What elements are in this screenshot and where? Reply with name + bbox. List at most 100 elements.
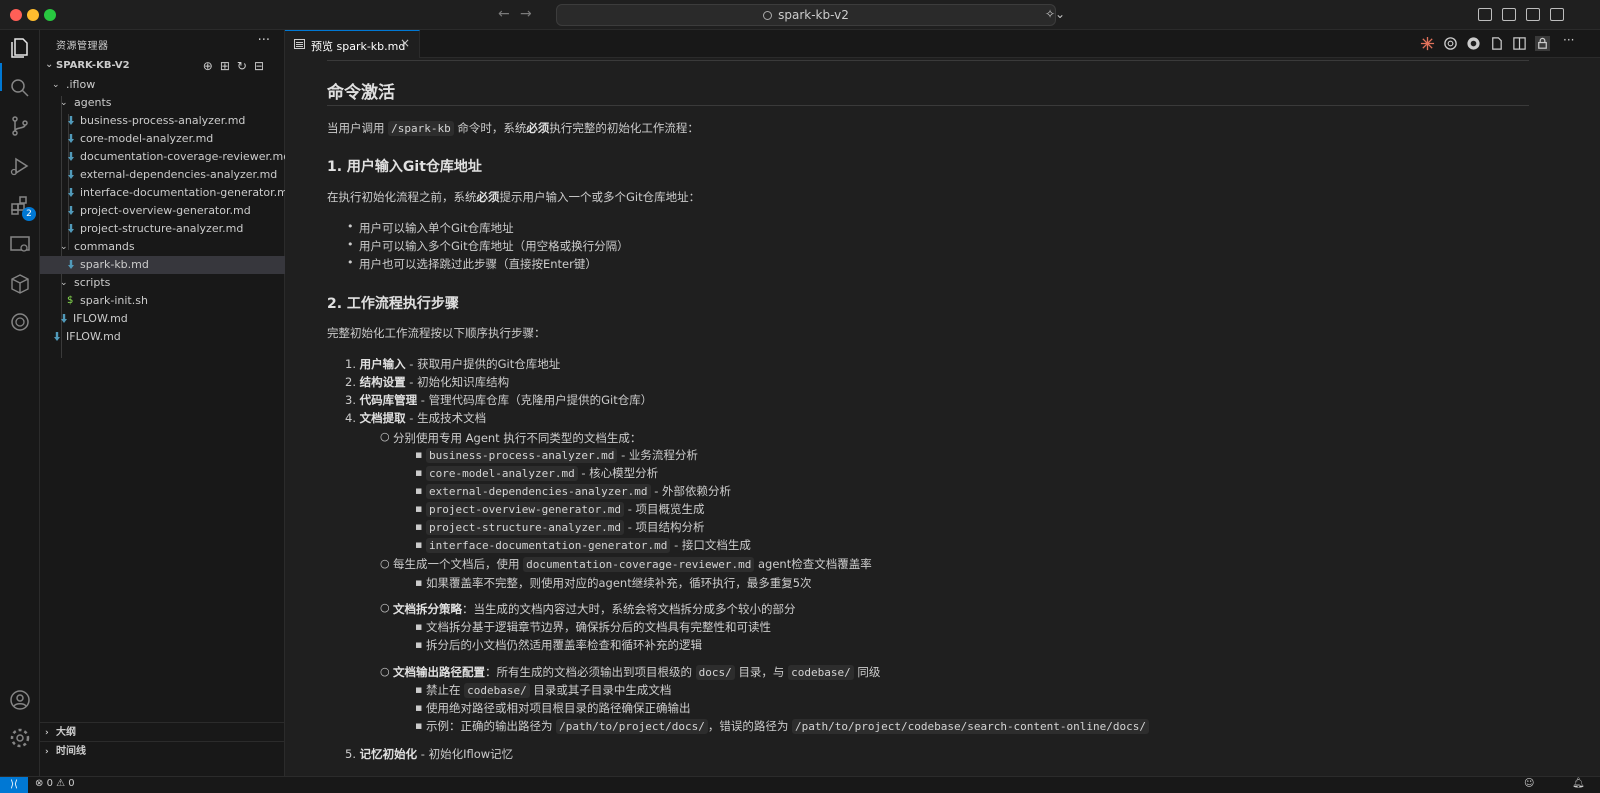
item-number: 1. xyxy=(345,357,356,371)
tree-file[interactable]: project-overview-generator.md xyxy=(40,202,285,220)
bold-text: 文档输出路径配置 xyxy=(393,665,485,679)
tree-file[interactable]: external-dependencies-analyzer.md xyxy=(40,166,285,184)
account-icon[interactable] xyxy=(8,688,32,712)
tree-file[interactable]: business-process-analyzer.md xyxy=(40,112,285,130)
markdown-file-icon xyxy=(67,170,75,180)
remote-indicator-icon[interactable]: ⟩⟨ xyxy=(0,777,28,793)
tree-folder-iflow[interactable]: ⌄ .iflow xyxy=(40,76,285,94)
ordered-item: 1. 用户输入 - 获取用户提供的Git仓库地址 xyxy=(345,356,560,372)
ordered-item: 2. 结构设置 - 初始化知识库结构 xyxy=(345,374,509,390)
text: - 获取用户提供的Git仓库地址 xyxy=(405,357,561,371)
bullet-square: ▪ xyxy=(415,466,423,479)
tree-label: spark-init.sh xyxy=(80,294,148,307)
tree-folder-scripts[interactable]: ⌄ scripts xyxy=(40,274,285,292)
tree-folder-commands[interactable]: ⌄ commands xyxy=(40,238,285,256)
maximize-window-button[interactable] xyxy=(44,9,56,21)
toggle-sidebar-left-icon[interactable] xyxy=(1502,8,1516,21)
tree-file[interactable]: $ spark-init.sh xyxy=(40,292,285,310)
agent-item: core-model-analyzer.md - 核心模型分析 xyxy=(426,465,658,481)
explorer-icon[interactable] xyxy=(8,36,32,60)
toggle-panel-icon[interactable] xyxy=(1526,8,1540,21)
tree-file[interactable]: core-model-analyzer.md xyxy=(40,130,285,148)
toggle-secondary-sidebar-icon[interactable] xyxy=(1550,8,1564,21)
notifications-bell-icon[interactable]: 🔔︎ xyxy=(1572,778,1585,789)
package-icon[interactable] xyxy=(8,272,32,296)
remote-explorer-icon[interactable] xyxy=(8,232,32,256)
close-icon[interactable]: × xyxy=(400,36,410,50)
copilot-icon[interactable]: ✧⌄ xyxy=(1045,7,1065,21)
tree-label: business-process-analyzer.md xyxy=(80,114,246,127)
settings-gear-icon[interactable] xyxy=(8,726,32,750)
bold-text: 必须 xyxy=(526,121,550,135)
more-actions-icon[interactable]: ··· xyxy=(1563,33,1578,48)
text: 在执行初始化流程之前，系统 xyxy=(327,190,477,204)
text: 目录，与 xyxy=(738,665,785,679)
list-item: 用户也可以选择跳过此步骤（直接按Enter键） xyxy=(359,257,597,271)
bullet-square: ▪ xyxy=(415,502,423,515)
tab-preview-spark-kb[interactable]: 预览 spark-kb.md × xyxy=(285,30,420,58)
ai-assistant-icon[interactable] xyxy=(8,310,32,334)
command-center[interactable]: spark-kb-v2 xyxy=(556,4,1056,26)
inline-code: project-overview-generator.md xyxy=(426,502,625,517)
divider xyxy=(327,60,1529,61)
extensions-icon[interactable]: 2 xyxy=(8,194,36,221)
search-icon[interactable] xyxy=(8,76,32,100)
inline-code: codebase/ xyxy=(788,665,854,680)
tree-file[interactable]: interface-documentation-generator.md xyxy=(40,184,295,202)
source-control-icon[interactable] xyxy=(8,114,32,138)
tree-file-selected[interactable]: spark-kb.md xyxy=(40,256,285,274)
timeline-section[interactable]: › 时间线 xyxy=(40,741,285,761)
list-item: 每生成一个文档后，使用 documentation-coverage-revie… xyxy=(393,556,872,572)
bullet-square: ▪ xyxy=(415,638,423,651)
sparkle-icon[interactable] xyxy=(1420,36,1435,51)
bullet: • xyxy=(347,220,354,233)
text: - 业务流程分析 xyxy=(617,448,698,462)
text: - 接口文档生成 xyxy=(670,538,751,552)
forward-arrow-icon[interactable]: → xyxy=(520,6,532,22)
text: 当用户调用 xyxy=(327,121,385,135)
text: - 生成技术文档 xyxy=(405,411,487,425)
markdown-file-icon xyxy=(67,152,75,162)
bold-text: 记忆初始化 xyxy=(359,747,418,761)
split-editor-icon[interactable] xyxy=(1512,36,1527,51)
heading-section-2: 2. 工作流程执行步骤 xyxy=(327,296,459,312)
tree-file[interactable]: project-structure-analyzer.md xyxy=(40,220,285,238)
tree-file[interactable]: IFLOW.md xyxy=(40,310,285,328)
assistant-icon[interactable] xyxy=(1466,36,1481,51)
outline-section[interactable]: › 大纲 xyxy=(40,722,285,742)
tree-folder-agents[interactable]: ⌄ agents xyxy=(40,94,285,112)
agent-item: project-structure-analyzer.md - 项目结构分析 xyxy=(426,519,705,535)
bold-text: 结构设置 xyxy=(359,375,406,389)
text: 禁止在 xyxy=(426,683,461,697)
text: - 项目结构分析 xyxy=(624,520,705,534)
lock-icon[interactable] xyxy=(1535,36,1550,51)
minimize-window-button[interactable] xyxy=(27,9,39,21)
tree-file[interactable]: IFLOW.md xyxy=(40,328,285,346)
toggle-sidebar-icon[interactable] xyxy=(1478,8,1492,21)
text: 示例：正确的输出路径为 xyxy=(426,719,553,733)
open-source-icon[interactable] xyxy=(1489,36,1504,51)
tree-file[interactable]: documentation-coverage-reviewer.md xyxy=(40,148,290,166)
workspace-root-label: SPARK-KB-V2 xyxy=(56,60,130,71)
section-2-paragraph: 完整初始化工作流程按以下顺序执行步骤： xyxy=(327,326,546,340)
copilot-status-icon[interactable]: ☺ xyxy=(1524,778,1534,789)
openai-icon[interactable] xyxy=(1443,36,1458,51)
markdown-file-icon xyxy=(53,332,61,342)
heading-section-1: 1. 用户输入Git仓库地址 xyxy=(327,159,482,175)
text: 执行完整的初始化工作流程： xyxy=(549,121,699,135)
workspace-root[interactable]: ⌄ SPARK-KB-V2 ⊕⊞↻⊟ xyxy=(40,57,285,77)
problems-indicator[interactable]: ⊗ 0 ⚠ 0 xyxy=(35,778,75,789)
bullet-square: ▪ xyxy=(415,620,423,633)
tree-label: documentation-coverage-reviewer.md xyxy=(80,150,291,163)
more-actions-icon[interactable]: ··· xyxy=(258,33,270,48)
explorer-actions[interactable]: ⊕⊞↻⊟ xyxy=(203,59,271,73)
run-debug-icon[interactable] xyxy=(8,154,32,178)
agent-item: project-overview-generator.md - 项目概览生成 xyxy=(426,501,705,517)
shell-file-icon: $ xyxy=(67,295,74,306)
bullet: • xyxy=(347,256,354,269)
text: - 项目概览生成 xyxy=(624,502,705,516)
section-1-paragraph: 在执行初始化流程之前，系统必须提示用户输入一个或多个Git仓库地址： xyxy=(327,189,700,205)
close-window-button[interactable] xyxy=(10,9,22,21)
agent-item: external-dependencies-analyzer.md - 外部依赖… xyxy=(426,483,731,499)
back-arrow-icon[interactable]: ← xyxy=(498,6,510,22)
